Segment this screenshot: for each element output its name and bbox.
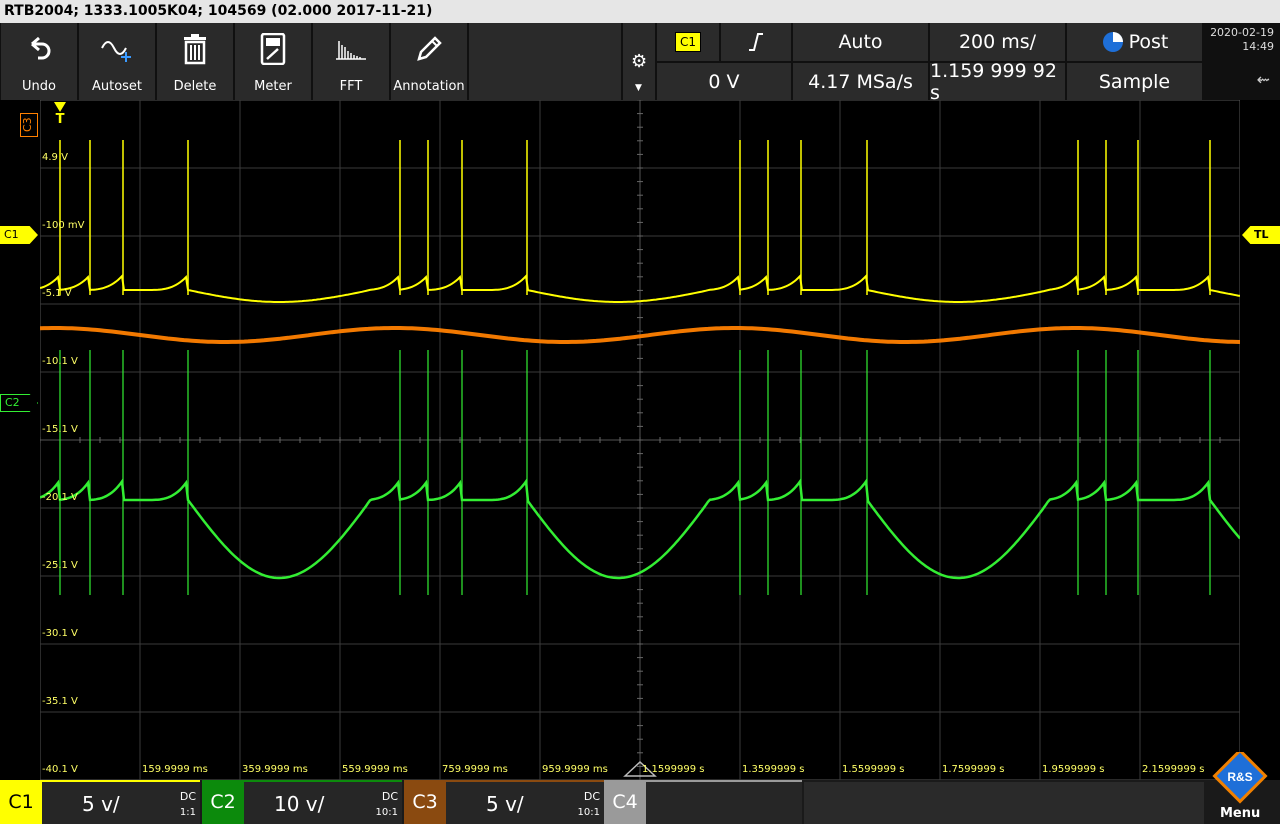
c1-tag[interactable]: C1 <box>0 780 42 824</box>
waveform-display[interactable] <box>40 100 1240 780</box>
trigger-source[interactable]: C1 <box>657 23 719 61</box>
undo-button[interactable]: Undo <box>1 23 77 100</box>
annotation-icon <box>391 31 467 67</box>
toolbar-empty-slot <box>469 23 621 100</box>
empty-slot <box>804 780 1204 824</box>
rising-edge-icon <box>749 33 763 51</box>
c3-settings[interactable]: 5 v/ DC 10:1 <box>446 780 604 824</box>
c1-settings[interactable]: 5 v/ DC 1:1 <box>42 780 200 824</box>
clock-time: 14:49 <box>1242 40 1274 53</box>
volt-label: -40.1 V <box>42 764 78 775</box>
c2-tag[interactable]: C2 <box>202 780 244 824</box>
trigger-source-badge: C1 <box>674 32 701 52</box>
meter-icon <box>235 31 311 67</box>
run-status-icon <box>1102 32 1123 52</box>
sample-rate[interactable]: 4.17 MSa/s <box>793 63 928 100</box>
trigger-slope[interactable] <box>721 23 791 61</box>
autoset-button[interactable]: Autoset <box>79 23 155 100</box>
volt-label: -35.1 V <box>42 696 78 707</box>
time-label: 1.7599999 s <box>942 764 1005 775</box>
clock: 2020-02-19 14:49 <box>1210 26 1274 54</box>
delete-button[interactable]: Delete <box>157 23 233 100</box>
trigger-level-marker[interactable]: TL <box>1242 226 1280 244</box>
trigger-mode[interactable]: Auto <box>793 23 928 61</box>
c1-probe-label: 1:1 <box>179 807 196 818</box>
horizontal-position[interactable]: 1.159 999 92 s <box>930 60 1065 104</box>
undo-label: Undo <box>22 79 56 94</box>
title-bar: RTB2004; 1333.1005K04; 104569 (02.000 20… <box>0 0 1280 23</box>
time-label: 1.3599999 s <box>742 764 805 775</box>
time-label: 759.9999 ms <box>442 764 508 775</box>
volt-label: -100 mV <box>42 220 85 231</box>
delete-label: Delete <box>173 79 217 94</box>
c1-scale: 5 v/ <box>82 792 120 816</box>
volt-label: -5.1 V <box>42 288 72 299</box>
volt-label: -15.1 V <box>42 424 78 435</box>
run-mode-label: Post <box>1128 31 1169 53</box>
volt-label: -30.1 V <box>42 628 78 639</box>
run-mode[interactable]: Post <box>1067 23 1202 61</box>
c3-scale: 5 v/ <box>486 792 524 816</box>
time-label: 2.1599999 s <box>1142 764 1205 775</box>
c3-coupling-label: DC <box>583 790 600 803</box>
trigger-position-label: T <box>55 112 65 127</box>
c3-tag[interactable]: C3 <box>404 780 446 824</box>
delete-icon <box>157 31 233 67</box>
gear-icon: ⚙ <box>631 51 648 72</box>
c2-offset-marker[interactable]: C2 <box>0 394 38 412</box>
c2-settings[interactable]: 10 v/ DC 10:1 <box>244 780 402 824</box>
autoset-icon <box>79 31 155 67</box>
menu-label: Menu <box>1220 806 1261 821</box>
time-label: 1.5599999 s <box>842 764 905 775</box>
menu-button[interactable]: R&S Menu <box>1210 748 1270 822</box>
meter-button[interactable]: Meter <box>235 23 311 100</box>
c2-probe-label: 10:1 <box>375 807 398 818</box>
c3-offset-marker[interactable]: C3 <box>20 113 38 137</box>
c3-probe-label: 10:1 <box>577 807 600 818</box>
time-label: 359.9999 ms <box>242 764 308 775</box>
time-label: 959.9999 ms <box>542 764 608 775</box>
time-label: 159.9999 ms <box>142 764 208 775</box>
clock-date: 2020-02-19 <box>1210 26 1274 39</box>
volt-label: -10.1 V <box>42 356 78 367</box>
volt-label: -20.1 V <box>42 492 78 503</box>
fft-label: FFT <box>339 79 363 94</box>
c2-coupling: DC 10:1 <box>376 787 398 819</box>
c1-offset-marker[interactable]: C1 <box>0 226 38 244</box>
meter-label: Meter <box>254 79 292 94</box>
c4-settings[interactable] <box>646 780 802 824</box>
settings-button[interactable]: ⚙ ▼ <box>623 23 655 100</box>
annotation-label: Annotation <box>393 79 465 94</box>
c2-coupling-label: DC <box>381 790 398 803</box>
time-label: 1.9599999 s <box>1042 764 1105 775</box>
fft-icon <box>313 31 389 67</box>
c1-coupling: DC 1:1 <box>180 787 196 819</box>
annotation-button[interactable]: Annotation <box>391 23 467 100</box>
c3-coupling: DC 10:1 <box>578 787 600 819</box>
undo-icon <box>1 31 77 67</box>
rs-logo-icon: R&S <box>1212 748 1268 804</box>
c4-tag[interactable]: C4 <box>604 780 646 824</box>
c1-coupling-label: DC <box>179 790 196 803</box>
volt-label: -25.1 V <box>42 560 78 571</box>
acquisition-mode[interactable]: Sample <box>1067 63 1202 100</box>
autoset-label: Autoset <box>91 79 143 94</box>
trigger-level[interactable]: 0 V <box>657 63 791 100</box>
c2-scale: 10 v/ <box>274 792 325 816</box>
time-label: 1.1599999 s <box>642 764 705 775</box>
chevron-down-icon: ▼ <box>635 83 642 93</box>
usb-icon: ⇜ <box>1256 70 1270 89</box>
svg-text:R&S: R&S <box>1227 770 1252 784</box>
waveform-canvas <box>40 100 1240 780</box>
volt-label: 4.9 V <box>42 152 68 163</box>
fft-button[interactable]: FFT <box>313 23 389 100</box>
timebase[interactable]: 200 ms/ <box>930 23 1065 61</box>
trigger-arrow-icon <box>54 102 66 112</box>
time-label: 559.9999 ms <box>342 764 408 775</box>
